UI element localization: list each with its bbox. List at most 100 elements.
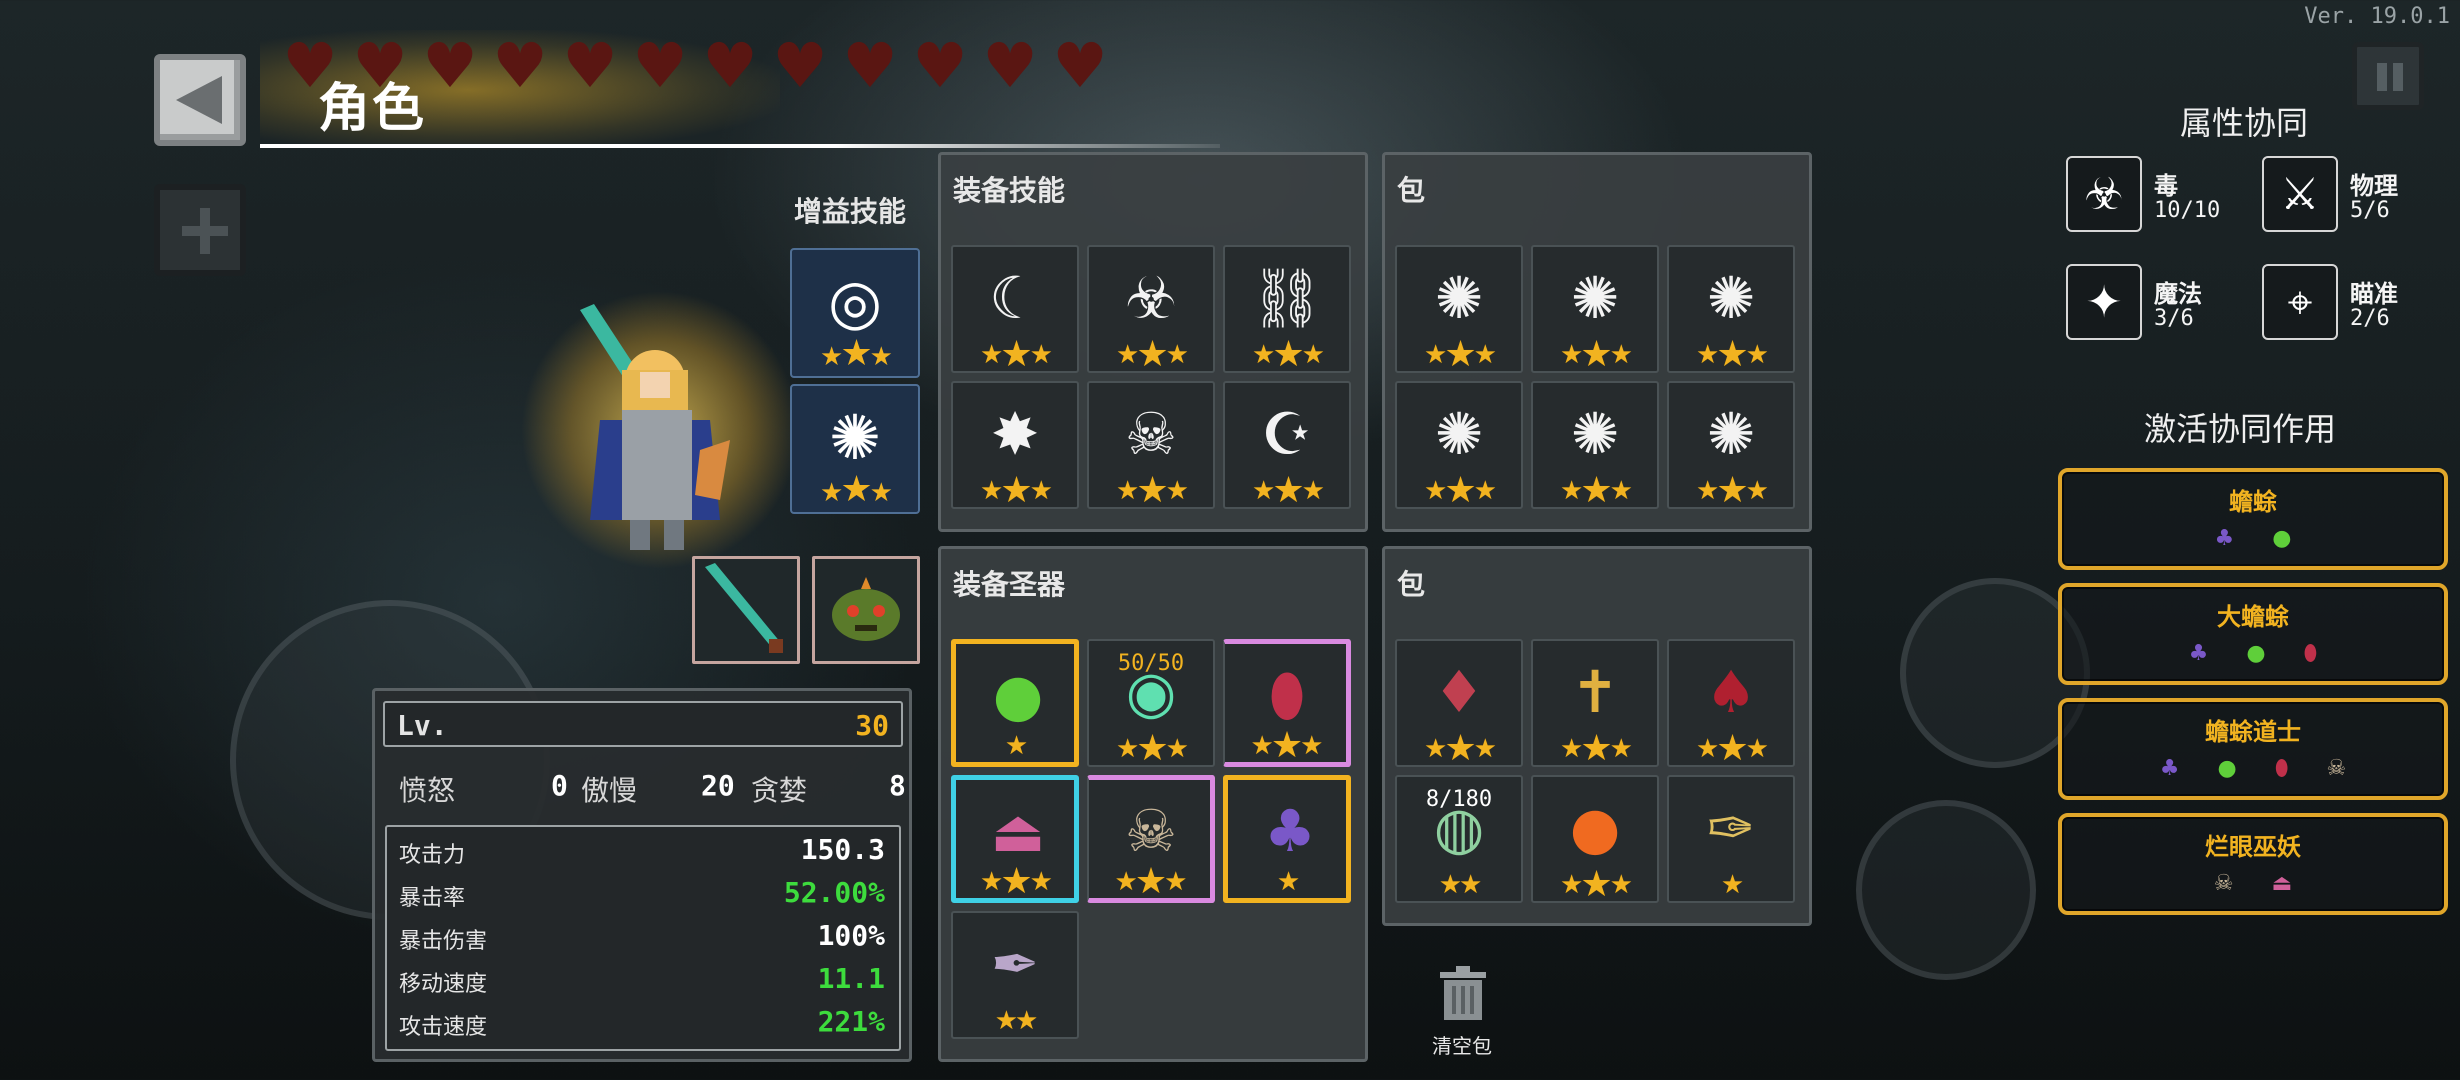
skull-icon: ☠ [2213,871,2234,896]
stat-label: 暴击伤害 [399,929,488,954]
item-slot[interactable]: ✺ ★★★ [1531,381,1659,509]
stat-row: 攻击力 150.3 [387,829,899,869]
character-sprite-icon [580,304,730,550]
item-slot[interactable]: ✒ ★★ [951,911,1079,1039]
synergy-card[interactable]: 大蟾蜍 ♣ ● ⬮ [2058,583,2448,685]
item-slot[interactable]: ✺ ★★★ [1395,381,1523,509]
item-slot[interactable]: ⬮ ★★★ [1223,639,1351,767]
relic-bag-title: 包 [1397,568,1426,601]
item-slot[interactable]: ♣ ★ [1223,775,1351,903]
synergy-card[interactable]: 蟾蜍 ♣ ● [2058,468,2448,570]
stat-list: 攻击力 150.3 暴击率 52.00% 暴击伤害 100% 移动速度 11.1 攻击速度 221… [385,825,901,1051]
heart-icon: ♥ [772,29,828,102]
star-rating: ★★★ [1696,334,1769,373]
item-slot[interactable]: ☣ ★★★ [1087,245,1215,373]
red-crystal-icon: ♦ [1433,658,1485,726]
star-rating: ★★★ [1560,864,1633,903]
item-slot[interactable]: ☠ ★★★ [1087,381,1215,509]
item-slot[interactable]: ● ★ [951,639,1079,767]
star-rating: ★★★ [1424,334,1497,373]
sin-value-pride: 20 [701,769,735,802]
star-rating: ★★★ [1424,470,1497,509]
red-egg-icon: ⬮ [2303,641,2318,666]
attribute-synergy-item[interactable]: ⌖ 瞄准 2/6 [2262,264,2460,344]
item-slot[interactable]: ♠ ★★★ [1667,639,1795,767]
star-rating: ★★★ [1252,470,1325,509]
item-slot[interactable]: ◉ 50/50 ★★★ [1087,639,1215,767]
relic-bag-panel: 包 ♦ ★★★ ✝ ★★★ ♠ ★★★ ◍ 8/180 ★★ ● ★★★ ✑ ★ [1382,546,1812,926]
heart-icon: ♥ [562,29,618,102]
stat-label: 暴击率 [399,886,466,911]
synergy-card[interactable]: 烂眼巫妖 ☠ ⏏ [2058,813,2448,915]
stat-label: 移动速度 [399,972,488,997]
item-slot[interactable]: ⛓ ★★★ [1223,245,1351,373]
stat-row: 移动速度 11.1 [387,958,899,998]
level-value: 30 [855,709,889,742]
item-slot[interactable]: ✑ ★ [1667,775,1795,903]
attribute-synergy-item[interactable]: ☣ 毒 10/10 [2066,156,2286,236]
star-rating: ★★★ [1116,728,1189,767]
synergy-icons: ♣ ● ⬮ [2062,641,2444,666]
item-slot[interactable]: ☾ ★★★ [951,245,1079,373]
biohazard-icon: ☣ [1125,264,1177,332]
item-slot[interactable]: ✺ ★★★ [1395,245,1523,373]
stat-row: 暴击率 52.00% [387,872,899,912]
attribute-synergy-item[interactable]: ⚔ 物理 5/6 [2262,156,2460,236]
skull-burst-icon: ☠ [1125,400,1177,468]
item-slot[interactable]: ✝ ★★★ [1531,639,1659,767]
item-slot[interactable]: ☠ ★★★ [1087,775,1215,903]
spiral-orb-icon: ◎ [827,264,883,338]
item-slot[interactable]: ◍ 8/180 ★★ [1395,775,1523,903]
attribute-synergy-title: 属性协同 [2180,104,2309,142]
weapon-slot-1[interactable] [692,556,800,664]
item-slot[interactable]: ☪ ★★★ [1223,381,1351,509]
add-button[interactable] [154,184,246,276]
buff-skill-slot-2[interactable]: ✺ ★★★ [790,384,920,514]
claw-biohazard-icon: ✺ [1570,400,1620,468]
golden-cross-sword-icon: ✝ [1570,658,1620,726]
heart-icon: ♥ [632,29,688,102]
claw-biohazard-icon: ✺ [1570,264,1620,332]
sin-value-greed: 8 [889,769,906,802]
claw-biohazard-icon: ✺ [1434,400,1484,468]
weapon-slot-2[interactable] [812,556,920,664]
stat-value: 150.3 [800,833,885,866]
goblin-mask-icon [832,577,900,641]
item-slot[interactable]: ● ★★★ [1531,775,1659,903]
equipped-skills-title: 装备技能 [953,174,1066,207]
buff-skill-slot-1[interactable]: ◎ ★★★ [790,248,920,378]
burst-icon: ✸ [990,400,1040,468]
item-slot[interactable]: ✺ ★★★ [1531,245,1659,373]
star-rating: ★★★ [1116,470,1189,509]
sin-label-pride: 傲慢 [581,774,638,807]
item-slot[interactable]: ✸ ★★★ [951,381,1079,509]
crescent-moon-icon: ☾ [989,264,1041,332]
clear-bag-label[interactable]: 清空包 [1432,1030,1492,1059]
version-label: Ver. 19.0.1 [2304,4,2450,29]
item-slot[interactable]: ♦ ★★★ [1395,639,1523,767]
item-slot[interactable]: ✺ ★★★ [1667,381,1795,509]
item-slot[interactable]: ⏏ ★★★ [951,775,1079,903]
synergy-name: 蟾蜍 [2229,488,2277,516]
pause-button[interactable] [2352,42,2424,110]
star-rating: ★★★ [1116,334,1189,373]
page-title: 角色 [318,79,427,139]
star-rating: ★★★ [1250,725,1324,766]
purple-toad-icon: ♣ [2159,756,2180,781]
star-rating: ★★★ [1560,334,1633,373]
sin-label-greed: 贪婪 [751,774,808,807]
heart-icon: ♥ [982,29,1038,102]
item-slot[interactable]: ✺ ★★★ [1667,245,1795,373]
item-count: 50/50 [1117,651,1185,676]
star-rating: ★★★ [820,469,893,510]
attribute-synergy-item[interactable]: ✦ 魔法 3/6 [2066,264,2286,344]
green-slime-drops-icon: ● [2246,641,2266,666]
back-button[interactable] [154,54,246,146]
synergy-card[interactable]: 蟾蜍道士 ♣ ● ⬮ ☠ [2058,698,2448,800]
purple-toad-icon: ♣ [1264,797,1316,865]
attribute-name: 毒 [2154,172,2178,200]
star-rating: ★ [1720,870,1744,900]
attribute-name: 物理 [2350,172,2398,200]
trash-icon[interactable] [1432,962,1494,1024]
star-rating: ★★★ [980,861,1053,902]
